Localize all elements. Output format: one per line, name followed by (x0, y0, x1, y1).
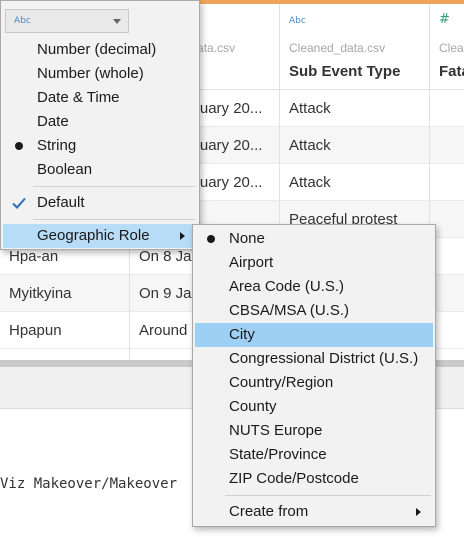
string-type-icon[interactable]: Abc (289, 16, 306, 26)
menu-item-state-province[interactable]: State/Province (195, 443, 433, 467)
menu-separator (33, 219, 195, 220)
menu-item-geographic-role[interactable]: Geographic Role (3, 224, 197, 248)
menu-item-default[interactable]: Default (3, 191, 197, 215)
menu-item-date-time[interactable]: Date & Time (3, 86, 197, 110)
menu-item-country-region[interactable]: Country/Region (195, 371, 433, 395)
menu-item-label: Congressional District (U.S.) (229, 350, 419, 367)
column-source: Cleaned_data.csv (289, 41, 386, 55)
submenu-arrow-icon (180, 232, 185, 240)
menu-item-label: Create from (229, 503, 309, 520)
menu-item-nuts-europe[interactable]: NUTS Europe (195, 419, 433, 443)
menu-separator (33, 186, 195, 187)
chevron-down-icon (113, 19, 121, 24)
column-header[interactable]: Abc Cleaned_data.csv Sub Event Type (280, 4, 429, 90)
column-type-dropdown[interactable]: Abc (5, 9, 129, 33)
menu-item-label: CBSA/MSA (U.S.) (229, 302, 350, 319)
menu-item-label: None (229, 230, 265, 247)
menu-item-label: Default (37, 194, 85, 211)
menu-item-number-decimal[interactable]: Number (decimal) (3, 38, 197, 62)
checkmark-icon (12, 197, 26, 209)
menu-item-label: NUTS Europe (229, 422, 323, 439)
menu-item-congressional-district[interactable]: Congressional District (U.S.) (195, 347, 433, 371)
selected-bullet-icon (15, 142, 23, 150)
table-cell (430, 90, 464, 127)
table-cell (430, 164, 464, 201)
menu-item-label: Date & Time (37, 89, 120, 106)
menu-item-label: County (229, 398, 277, 415)
menu-item-city[interactable]: City (195, 323, 433, 347)
column-source: Clea (439, 41, 464, 55)
menu-item-label: Boolean (37, 161, 93, 178)
menu-item-label: ZIP Code/Postcode (229, 470, 359, 487)
menu-item-label: String (37, 137, 77, 154)
table-cell: Hpapun (0, 312, 129, 349)
geographic-role-submenu: None Airport Area Code (U.S.) CBSA/MSA (… (192, 224, 436, 527)
menu-item-airport[interactable]: Airport (195, 251, 433, 275)
menu-item-label: Geographic Role (37, 227, 150, 244)
column-header[interactable]: # Clea Fata (430, 4, 464, 90)
menu-item-label: Country/Region (229, 374, 334, 391)
menu-item-label: Number (decimal) (37, 41, 157, 58)
menu-item-zip-code[interactable]: ZIP Code/Postcode (195, 467, 433, 491)
menu-item-label: State/Province (229, 446, 327, 463)
menu-item-date[interactable]: Date (3, 110, 197, 134)
table-cell: Attack (280, 127, 429, 164)
file-path-text: Viz Makeover/Makeover (0, 476, 178, 492)
string-type-icon: Abc (14, 16, 31, 26)
number-type-icon[interactable]: # (439, 12, 450, 27)
data-type-menu: Abc Number (decimal) Number (whole) Date… (0, 0, 200, 250)
menu-item-county[interactable]: County (195, 395, 433, 419)
table-cell: Attack (280, 90, 429, 127)
menu-item-label: Date (37, 113, 69, 130)
menu-item-area-code[interactable]: Area Code (U.S.) (195, 275, 433, 299)
menu-item-label: Airport (229, 254, 274, 271)
submenu-arrow-icon (416, 508, 421, 516)
table-cell (430, 127, 464, 164)
menu-item-string[interactable]: String (3, 134, 197, 158)
column-name: Fata (439, 63, 464, 80)
menu-item-label: Number (whole) (37, 65, 144, 82)
menu-item-none[interactable]: None (195, 227, 433, 251)
menu-item-boolean[interactable]: Boolean (3, 158, 197, 182)
menu-item-cbsa-msa[interactable]: CBSA/MSA (U.S.) (195, 299, 433, 323)
selected-bullet-icon (207, 235, 215, 243)
menu-item-label: City (229, 326, 255, 343)
column-name: Sub Event Type (289, 63, 401, 80)
table-cell: Attack (280, 164, 429, 201)
menu-item-number-whole[interactable]: Number (whole) (3, 62, 197, 86)
menu-item-label: Area Code (U.S.) (229, 278, 345, 295)
table-cell: Myitkyina (0, 275, 129, 312)
menu-item-create-from[interactable]: Create from (195, 500, 433, 524)
menu-separator (225, 495, 431, 496)
